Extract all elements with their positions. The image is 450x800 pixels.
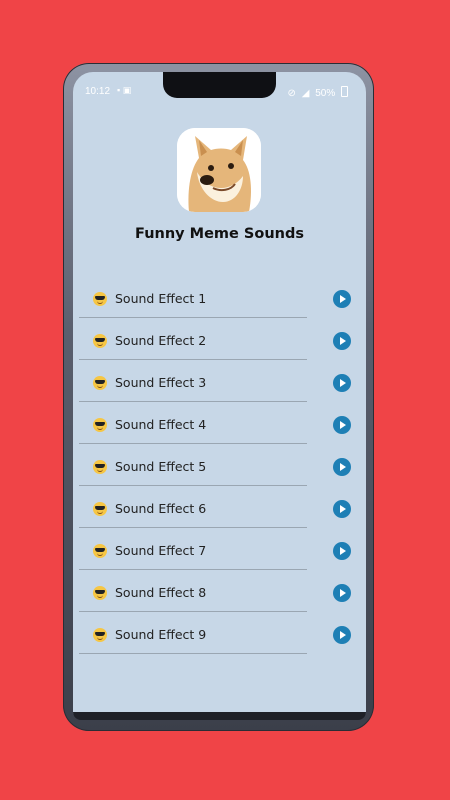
play-icon[interactable] — [333, 500, 351, 518]
app-screen: 10:12 ▪ ▣ ⊘ ◢ 50% Funny Meme Sounds Soun… — [73, 72, 366, 718]
doge-icon — [177, 128, 261, 212]
play-icon[interactable] — [333, 542, 351, 560]
sound-item-8[interactable]: Sound Effect 8 — [79, 571, 351, 612]
play-icon[interactable] — [333, 458, 351, 476]
sound-item-9[interactable]: Sound Effect 9 — [79, 613, 351, 654]
sound-item-5[interactable]: Sound Effect 5 — [79, 445, 351, 486]
play-icon[interactable] — [333, 626, 351, 644]
sunglasses-emoji-icon — [93, 502, 107, 516]
sound-item-1[interactable]: Sound Effect 1 — [79, 277, 351, 318]
sunglasses-emoji-icon — [93, 628, 107, 642]
app-title: Funny Meme Sounds — [135, 226, 304, 242]
sound-label: Sound Effect 4 — [115, 417, 207, 432]
camera-notch — [163, 72, 276, 98]
play-icon[interactable] — [333, 584, 351, 602]
status-time: 10:12 — [85, 86, 111, 97]
sunglasses-emoji-icon — [93, 292, 107, 306]
play-icon[interactable] — [333, 332, 351, 350]
sound-item-6[interactable]: Sound Effect 6 — [79, 487, 351, 528]
sound-item-3[interactable]: Sound Effect 3 — [79, 361, 351, 402]
play-icon[interactable] — [333, 416, 351, 434]
sound-label: Sound Effect 9 — [115, 627, 207, 642]
play-icon[interactable] — [333, 290, 351, 308]
sound-label: Sound Effect 8 — [115, 585, 207, 600]
signal-icon: ◢ — [301, 88, 310, 99]
sound-item-2[interactable]: Sound Effect 2 — [79, 319, 351, 360]
sunglasses-emoji-icon — [93, 544, 107, 558]
image-notification-icon: ▪ ▣ — [117, 85, 132, 95]
mute-icon: ⊘ — [287, 88, 296, 99]
battery-icon — [341, 86, 348, 97]
sound-label: Sound Effect 3 — [115, 375, 207, 390]
sound-item-7[interactable]: Sound Effect 7 — [79, 529, 351, 570]
sunglasses-emoji-icon — [93, 586, 107, 600]
sunglasses-emoji-icon — [93, 334, 107, 348]
play-icon[interactable] — [333, 374, 351, 392]
battery-text: 50% — [315, 88, 336, 99]
phone-bottom-bezel — [73, 712, 366, 720]
sound-label: Sound Effect 5 — [115, 459, 207, 474]
sunglasses-emoji-icon — [93, 376, 107, 390]
sunglasses-emoji-icon — [93, 418, 107, 432]
sound-label: Sound Effect 2 — [115, 333, 207, 348]
sound-label: Sound Effect 1 — [115, 291, 207, 306]
sound-item-4[interactable]: Sound Effect 4 — [79, 403, 351, 444]
sound-label: Sound Effect 7 — [115, 543, 207, 558]
status-right: ⊘ ◢ 50% — [285, 86, 348, 99]
sunglasses-emoji-icon — [93, 460, 107, 474]
sound-label: Sound Effect 6 — [115, 501, 207, 516]
